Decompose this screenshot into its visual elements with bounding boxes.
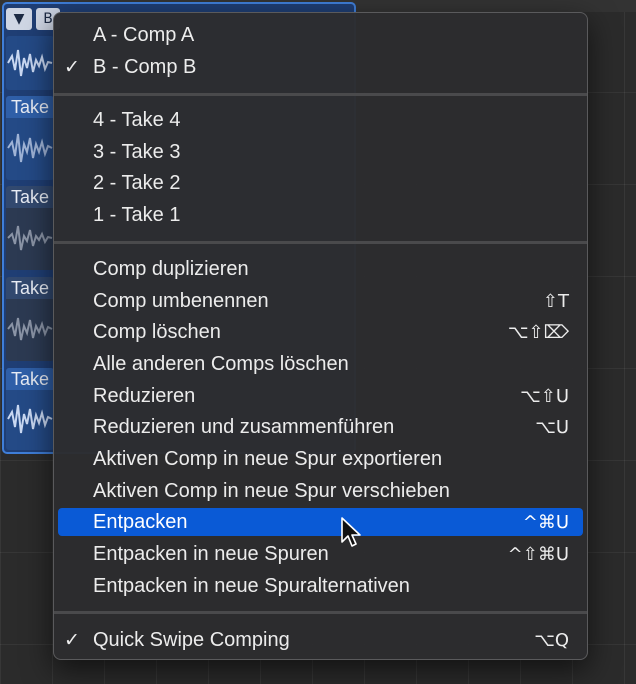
menu-item-shortcut: ⌥U — [535, 416, 569, 438]
menu-separator — [54, 241, 587, 244]
menu-item-shortcut: ^⌘U — [522, 511, 569, 533]
menu-item-reduzieren-und-zusammenfuehren[interactable]: Reduzieren und zusammenführen ⌥U — [58, 413, 583, 441]
menu-item-take-3[interactable]: 3 - Take 3 — [58, 138, 583, 166]
menu-item-take-2[interactable]: 2 - Take 2 — [58, 169, 583, 197]
take-lane-label: Take — [6, 368, 54, 390]
menu-item-entpacken[interactable]: Entpacken ^⌘U — [58, 508, 583, 536]
menu-item-quick-swipe-comping[interactable]: ✓ Quick Swipe Comping ⌥Q — [58, 626, 583, 654]
mouse-pointer-icon — [341, 517, 361, 547]
waveform-icon — [7, 133, 53, 163]
menu-item-label: 4 - Take 4 — [93, 108, 181, 131]
menu-item-take-1[interactable]: 1 - Take 1 — [58, 201, 583, 229]
menu-item-comp-b[interactable]: ✓ B - Comp B — [58, 53, 583, 81]
menu-item-entpacken-neue-spuren[interactable]: Entpacken in neue Spuren ^⇧⌘U — [58, 540, 583, 568]
menu-separator — [54, 611, 587, 614]
take-lane-2[interactable]: Take — [6, 277, 54, 361]
menu-item-entpacken-spuralternativen[interactable]: Entpacken in neue Spuralternativen — [58, 572, 583, 600]
waveform-icon — [7, 404, 53, 434]
menu-item-label: 3 - Take 3 — [93, 140, 181, 163]
menu-item-reduzieren[interactable]: Reduzieren ⌥⇧U — [58, 382, 583, 410]
menu-item-label: 1 - Take 1 — [93, 203, 181, 226]
take-lane-3[interactable]: Take — [6, 186, 54, 270]
menu-item-label: Comp löschen — [93, 320, 221, 343]
menu-item-label: Comp umbenennen — [93, 289, 269, 312]
menu-item-shortcut: ⌥⇧U — [520, 385, 569, 407]
menu-item-label: A - Comp A — [93, 23, 195, 46]
take-folder-context-menu: A - Comp A ✓ B - Comp B 4 - Take 4 3 - T… — [53, 12, 588, 660]
menu-item-label: Quick Swipe Comping — [93, 628, 290, 651]
waveform-icon — [7, 225, 53, 251]
menu-item-comp-a[interactable]: A - Comp A — [58, 21, 583, 49]
menu-item-label: Entpacken in neue Spuren — [93, 542, 329, 565]
menu-item-label: Alle anderen Comps löschen — [93, 352, 349, 375]
disclosure-triangle-icon[interactable]: ▼ — [6, 8, 32, 30]
waveform-icon — [7, 317, 53, 341]
take-lane-label: Take — [6, 186, 54, 208]
menu-item-comp-verschieben[interactable]: Aktiven Comp in neue Spur verschieben — [58, 477, 583, 505]
take-lane-label: Take — [6, 96, 54, 118]
menu-item-shortcut: ⌥Q — [534, 629, 569, 651]
waveform-icon — [7, 49, 53, 77]
comp-waveform-lane[interactable] — [6, 36, 54, 90]
menu-item-label: Entpacken — [93, 510, 188, 533]
menu-item-take-4[interactable]: 4 - Take 4 — [58, 106, 583, 134]
take-lane-1[interactable]: Take — [6, 368, 54, 450]
take-lane-4[interactable]: Take — [6, 96, 54, 180]
menu-item-comp-duplizieren[interactable]: Comp duplizieren — [58, 255, 583, 283]
menu-separator — [54, 93, 587, 96]
menu-item-label: Aktiven Comp in neue Spur exportieren — [93, 447, 443, 470]
menu-item-shortcut: ^⇧⌘U — [507, 543, 569, 565]
menu-item-label: Reduzieren und zusammenführen — [93, 415, 395, 438]
menu-item-label: Aktiven Comp in neue Spur verschieben — [93, 479, 450, 502]
take-lane-label: Take — [6, 277, 54, 299]
menu-item-label: B - Comp B — [93, 55, 197, 78]
menu-item-comp-umbenennen[interactable]: Comp umbenennen ⇧T — [58, 287, 583, 315]
menu-item-label: Reduzieren — [93, 384, 196, 407]
menu-item-shortcut: ⌥⇧⌦ — [507, 321, 569, 343]
menu-item-comp-loeschen[interactable]: Comp löschen ⌥⇧⌦ — [58, 318, 583, 346]
checkmark-icon: ✓ — [64, 629, 80, 651]
menu-item-label: Entpacken in neue Spuralternativen — [93, 574, 410, 597]
menu-item-shortcut: ⇧T — [542, 290, 569, 312]
menu-item-comp-exportieren[interactable]: Aktiven Comp in neue Spur exportieren — [58, 445, 583, 473]
checkmark-icon: ✓ — [64, 56, 80, 78]
menu-item-label: Comp duplizieren — [93, 257, 249, 280]
menu-item-alle-anderen-comps-loeschen[interactable]: Alle anderen Comps löschen — [58, 350, 583, 378]
menu-item-label: 2 - Take 2 — [93, 171, 181, 194]
